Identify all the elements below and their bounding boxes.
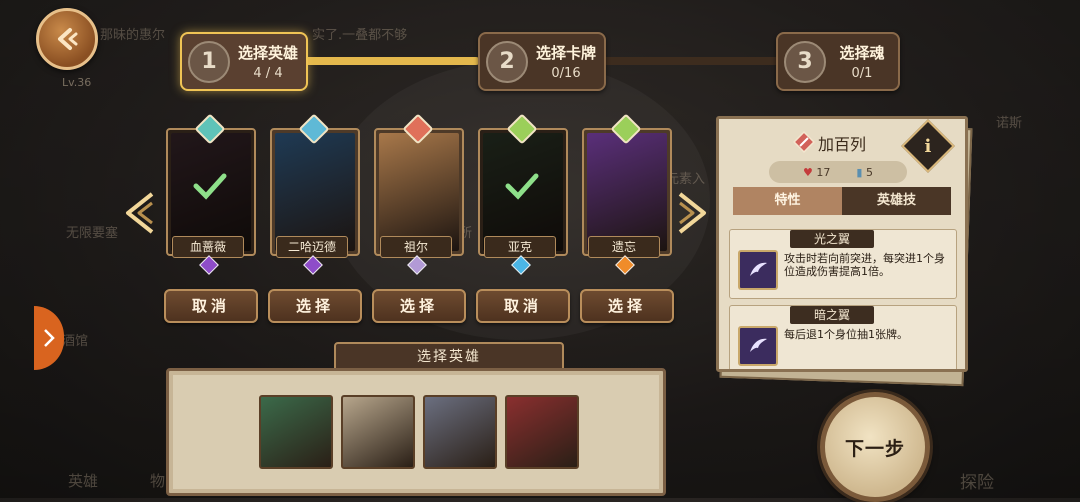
selected-heroes-tray [166, 368, 666, 496]
selected-hero-slot[interactable] [423, 395, 497, 469]
step-select-hero[interactable]: 1 选择英雄 4 / 4 [180, 32, 308, 91]
panel-tabs: 特性 英雄技 [733, 187, 951, 215]
skill-name: 暗之翼 [790, 306, 874, 324]
background-label-heroes: 英雄 [68, 472, 99, 490]
background-label-items: 物 [150, 472, 166, 490]
select-hero-button[interactable]: 选择 [268, 289, 362, 323]
background-text: 实了.一叠都不够 [312, 28, 408, 43]
scroll-right-arrow-icon[interactable] [676, 190, 710, 236]
hero-card[interactable]: 血蔷薇 [166, 113, 256, 275]
card-value: 5 [865, 165, 873, 179]
skill-name: 光之翼 [790, 230, 874, 248]
back-button[interactable] [36, 8, 98, 70]
tab-traits[interactable]: 特性 [733, 187, 842, 215]
step-count: 0/1 [851, 66, 873, 81]
hero-card[interactable]: 亚克 [478, 113, 568, 275]
hero-info-panel: 加百列 i ♥ 17 ▮ 5 特性 英雄技 光之翼 攻击时若向前突进，每突进1个… [716, 116, 968, 372]
selected-hero-slot[interactable] [341, 395, 415, 469]
card-stat: ▮ 5 [856, 166, 873, 179]
selected-hero-slot[interactable] [505, 395, 579, 469]
skill-card: 光之翼 攻击时若向前突进，每突进1个身位造成伤害提高1倍。 [729, 229, 957, 299]
player-level: Lv.36 [62, 76, 92, 89]
back-arrow-icon [58, 28, 78, 50]
tab-hero-skill[interactable]: 英雄技 [842, 187, 951, 215]
skill-description: 攻击时若向前突进，每突进1个身位造成伤害提高1倍。 [784, 252, 945, 278]
select-hero-button[interactable]: 选择 [372, 289, 466, 323]
hero-art [275, 133, 355, 251]
next-step-button[interactable]: 下一步 [820, 392, 930, 502]
background-label-tavern: 酒馆 [62, 334, 89, 349]
heart-icon: ♥ [803, 165, 813, 179]
chevron-right-icon [44, 329, 55, 347]
step-progress-fill [300, 57, 480, 65]
card-icon: ▮ [856, 165, 863, 179]
step-count: 4 / 4 [253, 66, 283, 81]
step-title: 选择卡牌 [535, 44, 596, 62]
wing-icon [738, 250, 778, 290]
background-text: 那昧的惠尔 [100, 28, 166, 43]
hero-stats: ♥ 17 ▮ 5 [769, 161, 907, 183]
wing-icon [738, 326, 778, 366]
skill-description: 每后退1个身位抽1张牌。 [784, 328, 908, 341]
selected-hero-slot[interactable] [259, 395, 333, 469]
cancel-hero-button[interactable]: 取消 [164, 289, 258, 323]
step-title: 选择魂 [839, 44, 885, 62]
hero-art [587, 133, 667, 251]
hero-card[interactable]: 二哈迈德 [270, 113, 360, 275]
step-number: 1 [188, 40, 230, 83]
background-label-explore: 探险 [960, 473, 994, 493]
hp-value: 17 [816, 165, 831, 179]
step-select-soul[interactable]: 3 选择魂 0/1 [776, 32, 900, 91]
hero-art [379, 133, 459, 251]
step-count: 0/16 [551, 66, 581, 81]
select-hero-button[interactable]: 选择 [580, 289, 674, 323]
info-icon: i [924, 135, 932, 157]
hp-stat: ♥ 17 [803, 166, 830, 179]
skill-card: 暗之翼 每后退1个身位抽1张牌。 [729, 305, 957, 369]
step-number: 3 [784, 40, 826, 83]
step-title: 选择英雄 [237, 44, 298, 62]
checkmark-icon [505, 173, 539, 200]
background-label-fortress: 无限要塞 [66, 226, 119, 241]
hero-card[interactable]: 祖尔 [374, 113, 464, 275]
scroll-left-arrow-icon[interactable] [122, 190, 156, 236]
step-number: 2 [486, 40, 528, 83]
info-button[interactable]: i [901, 119, 955, 173]
hero-card[interactable]: 遗忘 [582, 113, 672, 275]
checkmark-icon [193, 173, 227, 200]
background-label-top-right: 诺斯 [996, 116, 1023, 131]
cancel-hero-button[interactable]: 取消 [476, 289, 570, 323]
step-select-cards[interactable]: 2 选择卡牌 0/16 [478, 32, 606, 91]
